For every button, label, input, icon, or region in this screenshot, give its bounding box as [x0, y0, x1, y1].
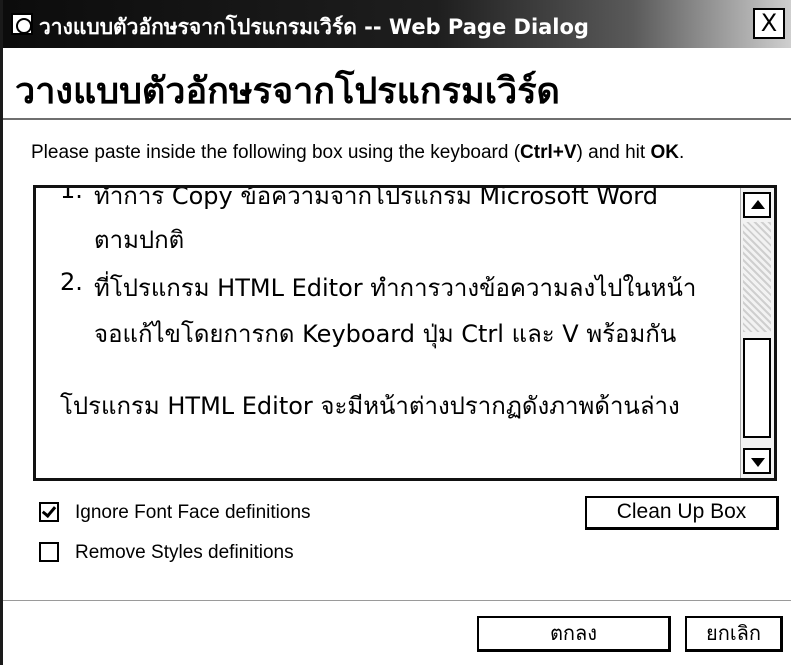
paste-line: ตามปกติ — [94, 226, 185, 254]
title-bar[interactable]: วางแบบตัวอักษรจากโปรแกรมเวิร์ด -- Web Pa… — [3, 0, 791, 48]
paste-line: จอแก้ไขโดยการกด Keyboard ปุ่ม Ctrl และ V… — [94, 320, 677, 348]
cancel-button[interactable]: ยกเลิก — [685, 616, 783, 652]
ok-word: OK — [650, 142, 679, 163]
paste-line: ที่โปรแกรม HTML Editor ทำการวางข้อความลง… — [94, 274, 697, 302]
remove-styles-label[interactable]: Remove Styles definitions — [75, 542, 294, 564]
divider — [3, 600, 791, 601]
ignore-font-face-checkbox[interactable] — [39, 502, 59, 522]
ie-icon — [11, 13, 33, 35]
divider — [3, 118, 791, 120]
ok-button[interactable]: ตกลง — [477, 616, 671, 652]
instruction-part: Please paste inside the following box us… — [31, 142, 521, 163]
paste-line: โปรแกรม HTML Editor จะมีหน้าต่างปรากฏดัง… — [60, 392, 680, 420]
list-number: 1. — [60, 185, 83, 204]
list-number: 2. — [60, 268, 83, 296]
paste-line: ทำการ Copy ข้อความจากโปรแกรม Microsoft W… — [94, 185, 658, 210]
page-title: วางแบบตัวอักษรจากโปรแกรมเวิร์ด — [15, 70, 560, 112]
clean-up-box-button[interactable]: Clean Up Box — [585, 496, 779, 530]
checkmark-icon — [41, 502, 57, 519]
scroll-down-arrow-icon[interactable] — [743, 448, 771, 474]
scroll-thumb[interactable] — [743, 338, 771, 438]
vertical-scrollbar[interactable] — [740, 188, 774, 478]
instruction-text: Please paste inside the following box us… — [31, 142, 684, 164]
scroll-track[interactable] — [743, 222, 771, 332]
shortcut-label: Ctrl+V — [520, 142, 577, 163]
close-button[interactable]: X — [753, 8, 785, 39]
paste-box[interactable]: 1. ทำการ Copy ข้อความจากโปรแกรม Microsof… — [33, 185, 777, 481]
remove-styles-checkbox[interactable] — [39, 542, 59, 562]
scroll-up-arrow-icon[interactable] — [743, 192, 771, 218]
web-page-dialog: วางแบบตัวอักษรจากโปรแกรมเวิร์ด -- Web Pa… — [0, 0, 791, 665]
ignore-font-face-label[interactable]: Ignore Font Face definitions — [75, 502, 311, 524]
window-title: วางแบบตัวอักษรจากโปรแกรมเวิร์ด -- Web Pa… — [39, 15, 589, 39]
instruction-part: ) and hit — [576, 142, 651, 163]
instruction-part: . — [678, 142, 685, 163]
